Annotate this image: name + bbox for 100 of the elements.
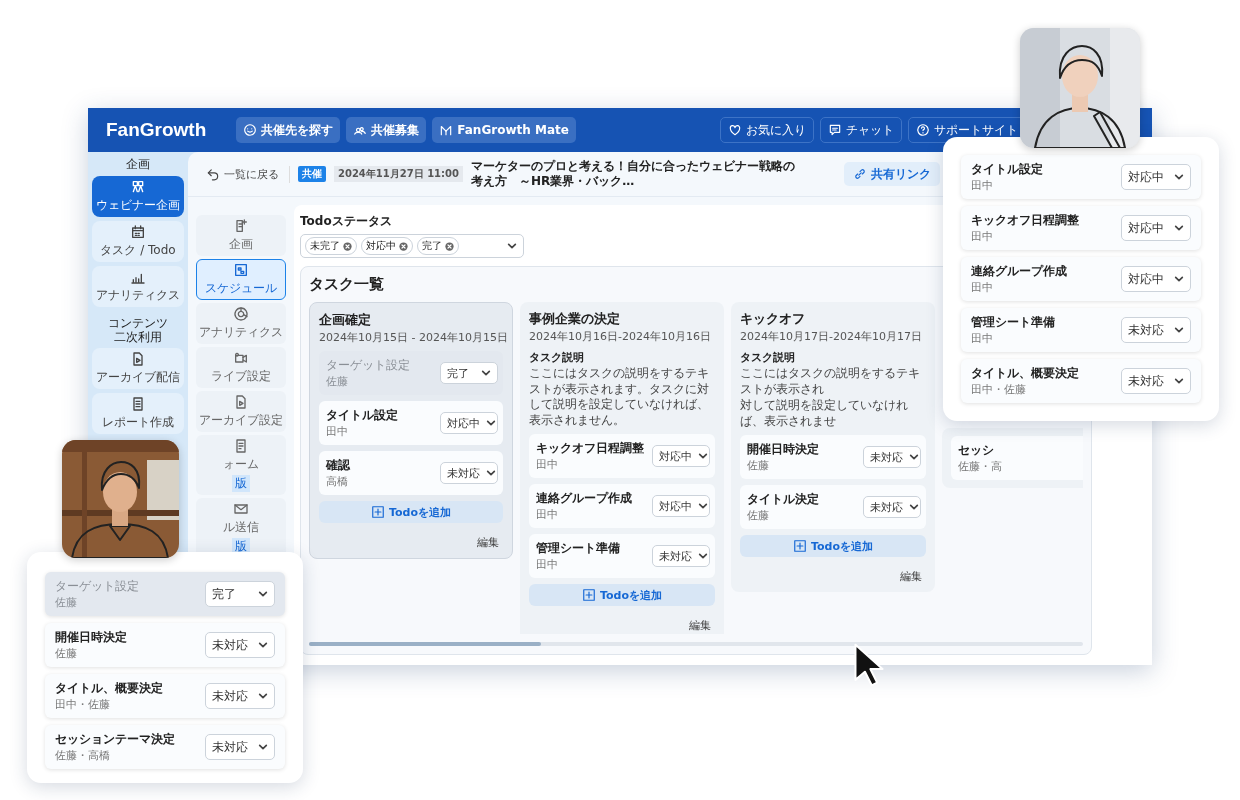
description-label: タスク説明 bbox=[740, 350, 795, 365]
status-select[interactable]: 未対応 bbox=[440, 462, 498, 484]
status-select[interactable]: 未対応 bbox=[652, 545, 710, 568]
task-name: 開催日時決定 bbox=[55, 629, 128, 646]
task-assignee: 田中・佐藤 bbox=[971, 382, 1027, 397]
column-title: キックオフ bbox=[740, 310, 805, 328]
status-select[interactable]: 未対応 bbox=[205, 683, 275, 709]
status-select[interactable]: 未対応 bbox=[863, 496, 921, 519]
task-row[interactable]: タイトル、概要決定 田中・佐藤 未対応 bbox=[961, 359, 1201, 403]
m-logo-icon bbox=[439, 123, 454, 137]
task-name: 管理シート準備 bbox=[971, 314, 1056, 331]
logo: FanGrowth bbox=[106, 119, 207, 141]
envelope-icon bbox=[233, 501, 249, 517]
task-name: セッシ bbox=[958, 442, 995, 459]
status-select[interactable]: 対応中 bbox=[440, 412, 498, 434]
task-row[interactable]: 管理シート準備 田中 未対応 bbox=[961, 308, 1201, 352]
task-assignee: 田中 bbox=[536, 557, 559, 573]
task-description: ここにはタスクの説明をするテキストが表示されます。タスクに対して説明を設定していなければ、表示されません。 bbox=[529, 366, 710, 429]
ring-chart-icon bbox=[233, 306, 249, 322]
co-host-badge: 共催 bbox=[298, 166, 326, 182]
add-todo-button[interactable]: Todoを追加 bbox=[319, 501, 503, 523]
task-assignee: 田中・佐藤 bbox=[55, 697, 111, 712]
status-filter[interactable]: 未完了 対応中 完了 bbox=[300, 234, 524, 258]
status-select[interactable]: 未対応 bbox=[205, 632, 275, 658]
nav-button[interactable]: 共催募集 bbox=[346, 117, 427, 143]
column-title: 事例企業の決定 bbox=[529, 310, 620, 328]
video-camera-icon bbox=[233, 350, 249, 366]
task-assignee: 佐藤 bbox=[326, 374, 349, 389]
sidebar-item[interactable]: アーカイブ配信 bbox=[92, 348, 184, 390]
task-row[interactable]: 確認 高橋 未対応 bbox=[319, 451, 503, 495]
horizontal-scrollbar[interactable] bbox=[309, 642, 1083, 646]
edit-link[interactable]: 編集 bbox=[685, 612, 715, 634]
status-select[interactable]: 対応中 bbox=[1121, 215, 1191, 241]
task-row[interactable]: タイトル設定 田中 対応中 bbox=[961, 155, 1201, 199]
status-select[interactable]: 対応中 bbox=[652, 495, 710, 518]
form-icon bbox=[233, 438, 249, 454]
sub-nav-item[interactable]: ォーム 版 bbox=[196, 435, 286, 495]
description-label: タスク説明 bbox=[529, 350, 584, 365]
sub-nav-item[interactable]: 企画 bbox=[196, 215, 286, 256]
nav-button[interactable]: 共催先を探す bbox=[236, 117, 341, 143]
task-row[interactable]: 管理シート準備 田中 未対応 bbox=[529, 534, 715, 579]
sidebar-heading: 企画 bbox=[126, 158, 150, 172]
sub-nav-item[interactable]: アナリティクス bbox=[196, 303, 286, 344]
add-todo-button[interactable]: Todoを追加 bbox=[740, 535, 926, 558]
edit-link[interactable]: 編集 bbox=[473, 529, 503, 550]
task-row[interactable]: セッションテーマ決定 佐藤・高橋 未対応 bbox=[45, 725, 285, 769]
back-link[interactable]: 一覧に戻る bbox=[200, 165, 290, 183]
chat-icon bbox=[828, 123, 842, 137]
column-dates: 2024年10月15日 - 2024年10月15日 bbox=[319, 330, 508, 345]
task-name: 確認 bbox=[326, 457, 351, 474]
status-select[interactable]: 完了 bbox=[205, 581, 275, 607]
status-select[interactable]: 未対応 bbox=[863, 446, 921, 469]
task-name: タイトル設定 bbox=[326, 407, 399, 424]
nav-button[interactable]: FanGrowth Mate bbox=[432, 117, 576, 143]
edit-link[interactable]: 編集 bbox=[896, 563, 926, 585]
sub-nav-item[interactable]: スケジュール bbox=[196, 259, 286, 300]
task-name: タイトル、概要決定 bbox=[971, 365, 1080, 382]
utility-button[interactable]: お気に入り bbox=[720, 117, 814, 143]
remove-icon[interactable] bbox=[445, 241, 454, 251]
task-row[interactable]: 連絡グループ作成 田中 対応中 bbox=[529, 484, 715, 529]
add-todo-button[interactable]: Todoを追加 bbox=[529, 584, 715, 607]
task-row[interactable]: キックオフ日程調整 田中 対応中 bbox=[529, 434, 715, 479]
sub-nav-item[interactable]: ライブ設定 bbox=[196, 347, 286, 388]
task-row[interactable]: タイトル設定 田中 対応中 bbox=[319, 401, 503, 445]
share-link-button[interactable]: 共有リンク bbox=[844, 162, 940, 186]
board-title: タスク一覧 bbox=[309, 275, 384, 294]
sidebar-item[interactable]: レポート作成 bbox=[92, 393, 184, 435]
task-row[interactable]: タイトル決定 佐藤 未対応 bbox=[740, 485, 926, 530]
filter-label: Todoステータス bbox=[300, 213, 392, 230]
task-row[interactable]: 開催日時決定 佐藤 未対応 bbox=[740, 435, 926, 480]
sidebar-item[interactable]: タスク / Todo bbox=[92, 220, 184, 262]
task-row[interactable]: 開催日時決定 佐藤 未対応 bbox=[45, 623, 285, 667]
chevron-down-icon bbox=[486, 468, 496, 478]
undo-arrow-icon bbox=[206, 167, 220, 181]
chevron-down-icon bbox=[1174, 172, 1184, 182]
status-select[interactable]: 対応中 bbox=[1121, 266, 1191, 292]
task-row[interactable]: タイトル、概要決定 田中・佐藤 未対応 bbox=[45, 674, 285, 718]
event-date: 2024年11月27日 11:00 bbox=[334, 166, 463, 182]
sidebar-item[interactable]: ウェビナー企画 bbox=[92, 175, 184, 217]
sub-nav-item[interactable]: アーカイブ設定 bbox=[196, 391, 286, 432]
task-assignee: 佐藤 bbox=[747, 458, 770, 474]
status-select[interactable]: 未対応 bbox=[1121, 317, 1191, 343]
status-select[interactable]: 完了 bbox=[440, 362, 498, 384]
task-row[interactable]: キックオフ日程調整 田中 対応中 bbox=[961, 206, 1201, 250]
task-assignee: 佐藤 bbox=[55, 646, 78, 661]
status-select[interactable]: 対応中 bbox=[1121, 164, 1191, 190]
sidebar-item[interactable]: アナリティクス bbox=[92, 265, 184, 307]
remove-icon[interactable] bbox=[399, 241, 408, 251]
task-assignee: 田中 bbox=[536, 457, 559, 473]
task-row[interactable]: ターゲット設定 佐藤 完了 bbox=[45, 572, 285, 616]
task-row[interactable]: セッシ 佐藤・高 bbox=[951, 436, 1083, 480]
event-title: マーケターのプロと考える！自分に合ったウェビナー戦略の考え方 ～HR業界・バック… bbox=[471, 159, 796, 189]
task-name: キックオフ日程調整 bbox=[971, 212, 1080, 229]
utility-button[interactable]: チャット bbox=[820, 117, 902, 143]
status-select[interactable]: 未対応 bbox=[1121, 368, 1191, 394]
remove-icon[interactable] bbox=[343, 241, 352, 251]
status-select[interactable]: 対応中 bbox=[652, 445, 710, 468]
task-row[interactable]: 連絡グループ作成 田中 対応中 bbox=[961, 257, 1201, 301]
status-select[interactable]: 未対応 bbox=[205, 734, 275, 760]
calendar-icon bbox=[130, 223, 146, 240]
